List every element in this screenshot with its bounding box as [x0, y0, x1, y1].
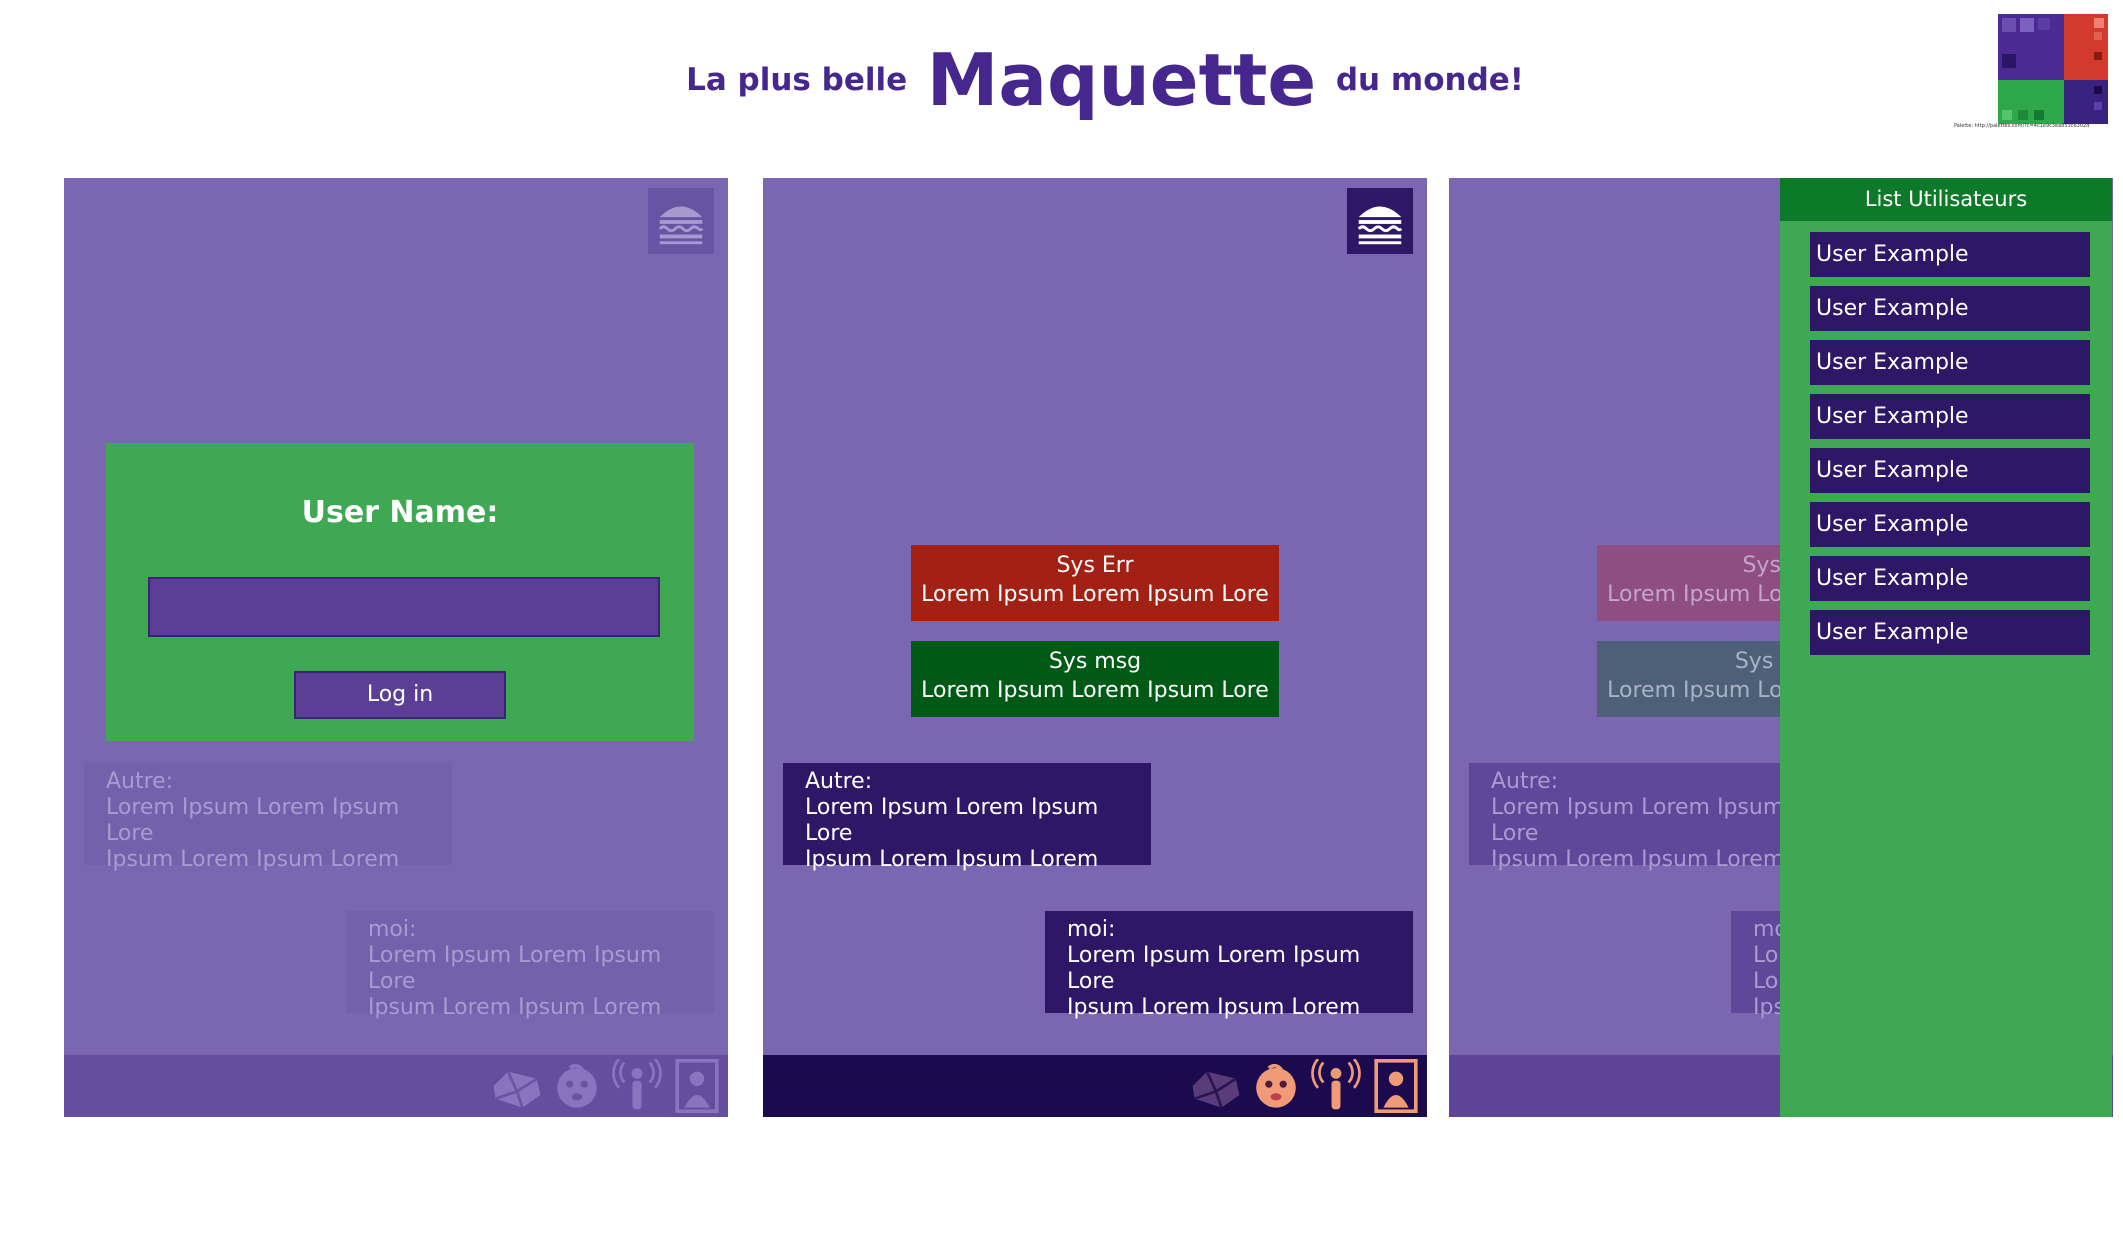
username-label: User Name:	[301, 495, 499, 530]
user-list-item[interactable]: User Example	[1810, 394, 2090, 439]
baby-face-icon[interactable]	[1249, 1059, 1303, 1113]
title-prefix: La plus belle	[686, 62, 908, 98]
chat-bubble-me: moi: Lorem Ipsum Lorem Ipsum Lore Ipsum …	[346, 911, 714, 1020]
menu-burger-icon[interactable]	[648, 188, 714, 254]
system-error-message: Sys Err Lorem Ipsum Lorem Ipsum Lore	[911, 545, 1279, 621]
bubble-text-line1: Lorem Ipsum Lorem Ipsum Lore	[1067, 943, 1361, 994]
sys-err-title: Sys Err	[1056, 553, 1134, 578]
phone-panel-chat: Sys Err Lorem Ipsum Lorem Ipsum Lore Sys…	[763, 178, 1427, 1117]
username-input[interactable]	[148, 577, 660, 637]
color-palette-image	[1998, 14, 2108, 124]
broadcast-person-icon[interactable]	[610, 1059, 664, 1113]
envelope-icon[interactable]	[490, 1059, 544, 1113]
user-list-item[interactable]: User Example	[1810, 286, 2090, 331]
mona-lisa-frame-icon[interactable]	[670, 1059, 724, 1113]
bubble-text-line2: Ipsum Lorem Ipsum Lorem	[106, 847, 400, 872]
envelope-icon[interactable]	[1189, 1059, 1243, 1113]
chat-bubble-other: Autre: Lorem Ipsum Lorem Ipsum Lore Ipsu…	[783, 763, 1151, 872]
login-button[interactable]: Log in	[294, 671, 506, 719]
chat-bubble-other: Autre: Lorem Ipsum Lorem Ipsum Lore Ipsu…	[84, 763, 452, 872]
bubble-author: Autre:	[805, 769, 873, 794]
bubble-text-line1: Lorem Ipsum Lorem Ipsum Lore	[368, 943, 662, 994]
user-list-item[interactable]: User Example	[1810, 502, 2090, 547]
user-list-item[interactable]: User Example	[1810, 448, 2090, 493]
broadcast-person-icon[interactable]	[1309, 1059, 1363, 1113]
menu-burger-icon[interactable]	[1347, 188, 1413, 254]
user-list-sidebar: List Utilisateurs User Example User Exam…	[1780, 178, 2112, 1117]
bubble-text-line2: Ipsum Lorem Ipsum Lorem	[805, 847, 1099, 872]
sys-msg-body: Lorem Ipsum Lorem Ipsum Lore	[921, 678, 1269, 703]
login-form: User Name: Log in	[106, 443, 694, 741]
page-title: La plus belle Maquette du monde!	[0, 38, 2123, 122]
chat-bubble-me: moi: Lorem Ipsum Lorem Ipsum Lore Ipsum …	[1045, 911, 1413, 1020]
bubble-text-line1: Lorem Ipsum Lorem Ipsum Lore	[805, 795, 1099, 846]
bubble-text-line2: Ipsum Lorem Ipsum Lorem	[1067, 995, 1361, 1020]
footer-bar	[64, 1055, 728, 1117]
user-list-title: List Utilisateurs	[1780, 178, 2112, 221]
title-suffix: du monde!	[1335, 62, 1524, 98]
sys-msg-title: Sys msg	[1048, 649, 1142, 674]
bubble-text-line1: Lorem Ipsum Lorem Ipsum Lore	[106, 795, 400, 846]
system-info-message: Sys msg Lorem Ipsum Lorem Ipsum Lore	[911, 641, 1279, 717]
baby-face-icon[interactable]	[550, 1059, 604, 1113]
user-list-item[interactable]: User Example	[1810, 610, 2090, 655]
bubble-author: moi:	[1067, 917, 1116, 942]
sys-err-body: Lorem Ipsum Lorem Ipsum Lore	[921, 582, 1269, 607]
user-list-item[interactable]: User Example	[1810, 232, 2090, 277]
user-list-item[interactable]: User Example	[1810, 556, 2090, 601]
mona-lisa-frame-icon[interactable]	[1369, 1059, 1423, 1113]
phone-panel-login: User Name: Log in Autre: Lorem Ipsum Lor…	[64, 178, 728, 1117]
bubble-author: moi:	[368, 917, 417, 942]
title-main: Maquette	[926, 38, 1317, 122]
user-list-item[interactable]: User Example	[1810, 340, 2090, 385]
palette-note: Palette: http://palettes.com/?c=4c1e9c3e…	[1954, 123, 2090, 129]
bubble-author: Autre:	[106, 769, 174, 794]
footer-bar	[763, 1055, 1427, 1117]
bubble-text-line2: Ipsum Lorem Ipsum Lorem	[368, 995, 662, 1020]
